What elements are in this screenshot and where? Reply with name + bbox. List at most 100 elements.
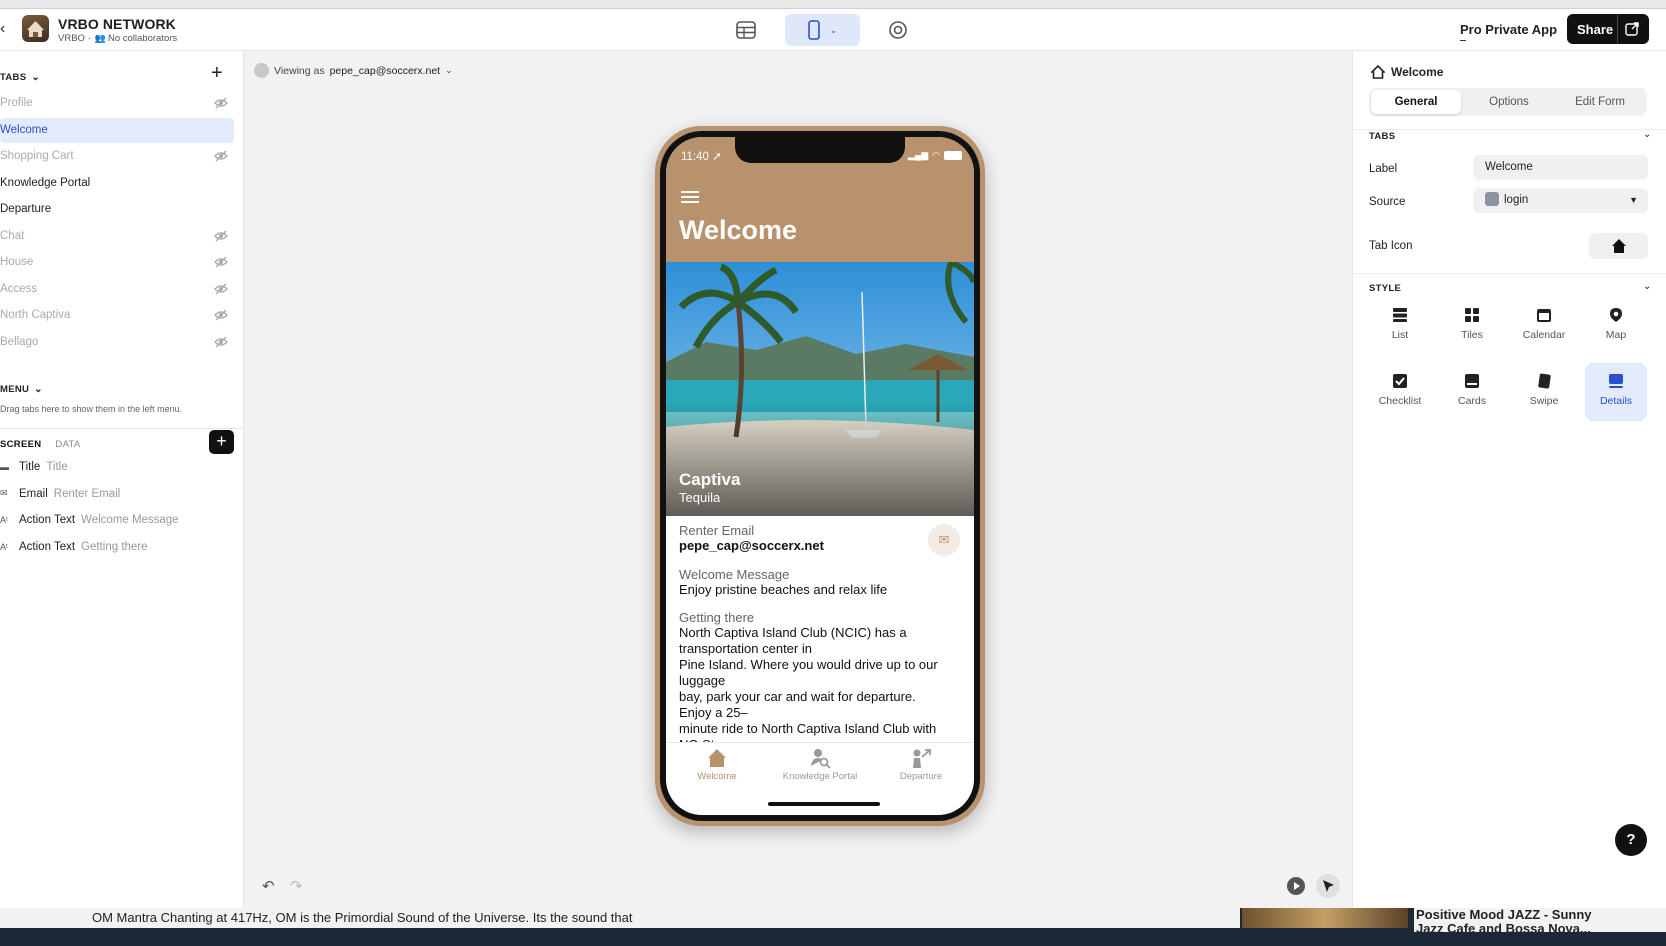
background-left: OM Mantra Chanting at 417Hz, OM is the P… xyxy=(0,908,1240,928)
component-row[interactable]: Aᵗ Action Text Getting there xyxy=(0,541,148,553)
style-cards[interactable]: Cards xyxy=(1441,363,1503,421)
tab-item[interactable]: Access xyxy=(0,277,234,302)
style-checklist[interactable]: Checklist xyxy=(1369,363,1431,421)
tab-item[interactable]: Welcome xyxy=(0,117,234,143)
tiles-icon xyxy=(1465,308,1479,322)
action-text-icon: Aᵗ xyxy=(0,541,8,552)
tab-edit-form[interactable]: Edit Form xyxy=(1555,90,1645,114)
add-component-button[interactable]: + xyxy=(209,430,234,454)
eye-off-icon[interactable] xyxy=(214,230,228,242)
nav-knowledge-portal[interactable]: Knowledge Portal xyxy=(769,747,871,782)
tab-icon-picker[interactable] xyxy=(1589,233,1648,259)
hamburger-menu-icon[interactable] xyxy=(680,189,700,205)
back-chevron-icon[interactable]: ‹ xyxy=(0,21,12,37)
people-icon: 👥 xyxy=(94,33,106,43)
field-value: North Captiva Island Club (NCIC) has a tr… xyxy=(679,625,964,753)
component-name: Action Text xyxy=(19,514,76,526)
label-input[interactable]: Welcome xyxy=(1473,155,1648,180)
wifi-icon: ◠ xyxy=(932,150,940,160)
chevron-down-icon[interactable]: ⌄ xyxy=(1643,129,1651,140)
style-map[interactable]: Map xyxy=(1585,297,1647,355)
status-time-text: 11:40 xyxy=(681,151,709,163)
field-label: Welcome Message xyxy=(679,567,790,582)
style-calendar[interactable]: Calendar xyxy=(1513,297,1575,355)
browser-strip xyxy=(0,0,1666,9)
home-icon xyxy=(1612,239,1626,253)
style-label: Swipe xyxy=(1529,395,1559,407)
source-select[interactable]: login ▼ xyxy=(1473,188,1648,213)
getting-there-field: Getting there North Captiva Island Club … xyxy=(679,610,964,753)
tab-item-label: Shopping Cart xyxy=(0,150,74,162)
help-button[interactable]: ? xyxy=(1615,824,1647,856)
divider xyxy=(0,428,244,429)
tab-item[interactable]: North Captiva xyxy=(0,303,234,328)
background-window: OM Mantra Chanting at 417Hz, OM is the P… xyxy=(0,908,1666,946)
background-title-1: Positive Mood JAZZ - Sunny xyxy=(1416,908,1592,922)
tab-item[interactable]: Bellago xyxy=(0,330,234,355)
settings-view-button[interactable] xyxy=(884,14,912,46)
component-name: Email xyxy=(19,487,48,500)
user-avatar-icon xyxy=(254,63,269,78)
tab-screen[interactable]: SCREEN xyxy=(0,439,41,450)
component-row[interactable]: ✉ Email Renter Email xyxy=(0,488,120,500)
eye-off-icon[interactable] xyxy=(214,309,228,321)
swipe-icon xyxy=(1538,373,1551,389)
style-tiles[interactable]: Tiles xyxy=(1441,297,1503,355)
table-icon xyxy=(736,21,756,39)
background-text: OM Mantra Chanting at 417Hz, OM is the P… xyxy=(92,910,633,925)
tab-item[interactable]: Chat xyxy=(0,224,234,249)
text-line: transportation center in xyxy=(679,641,812,656)
status-time: 11:40 ➚ xyxy=(681,151,722,163)
viewing-as-selector[interactable]: Viewing as pepe_cap@soccerx.net ⌄ xyxy=(254,63,453,78)
style-label: Details xyxy=(1599,395,1633,407)
app-logo xyxy=(22,15,49,42)
email-action-button[interactable]: ✉ xyxy=(928,524,960,556)
undo-icon[interactable]: ↶ xyxy=(262,877,275,895)
table-source-icon xyxy=(1485,192,1499,206)
add-tab-icon[interactable]: + xyxy=(211,63,223,83)
welcome-message-field: Welcome Message Enjoy pristine beaches a… xyxy=(679,567,887,598)
play-icon[interactable] xyxy=(1287,877,1305,895)
eye-off-icon[interactable] xyxy=(214,97,228,109)
style-list[interactable]: List xyxy=(1369,297,1431,355)
tabs-section-header[interactable]: TABS ⌄ xyxy=(0,72,40,83)
style-swipe[interactable]: Swipe xyxy=(1513,363,1575,421)
menu-section-header[interactable]: MENU ⌄ xyxy=(0,384,43,395)
left-panel: TABS ⌄ + Profile Welcome Shopping Cart Know… xyxy=(0,51,244,908)
table-view-button[interactable] xyxy=(732,14,760,46)
chevron-down-icon[interactable]: ⌄ xyxy=(1643,281,1651,292)
eye-off-icon[interactable] xyxy=(214,283,228,295)
tab-item[interactable]: Shopping Cart xyxy=(0,144,234,169)
tab-item[interactable]: House xyxy=(0,250,234,275)
panel-title: Welcome xyxy=(1371,65,1443,79)
eye-off-icon[interactable] xyxy=(214,150,228,162)
nav-departure[interactable]: Departure xyxy=(870,747,972,782)
tab-item[interactable]: Departure xyxy=(0,197,234,222)
app-owner: VRBO xyxy=(58,33,85,44)
person-search-icon xyxy=(811,749,831,769)
eye-off-icon[interactable] xyxy=(214,336,228,348)
tab-item-label: North Captiva xyxy=(0,309,71,321)
tab-data[interactable]: DATA xyxy=(55,439,80,450)
tab-item-label: Departure xyxy=(0,203,52,215)
cursor-mode-button[interactable] xyxy=(1316,874,1340,898)
panel-tabs: General Options Edit Form xyxy=(1369,88,1647,116)
tab-options[interactable]: Options xyxy=(1464,90,1554,114)
share-button[interactable]: Share xyxy=(1567,14,1649,44)
nav-welcome[interactable]: Welcome xyxy=(666,747,768,782)
redo-icon[interactable]: ↷ xyxy=(290,877,303,895)
style-details[interactable]: Details xyxy=(1585,363,1647,421)
field-label: Renter Email xyxy=(679,523,755,538)
tab-item[interactable]: Profile xyxy=(0,91,234,116)
eye-off-icon[interactable] xyxy=(214,256,228,268)
tab-general[interactable]: General xyxy=(1371,90,1461,114)
title-icon: ▬ xyxy=(0,462,9,472)
component-row[interactable]: ▬ Title Title xyxy=(0,461,68,473)
component-row[interactable]: Aᵗ Action Text Welcome Message xyxy=(0,514,179,526)
tab-item-label: Knowledge Portal xyxy=(0,176,91,189)
plan-label[interactable]: Pro Private App xyxy=(1460,22,1557,41)
external-link-icon[interactable] xyxy=(1625,22,1639,36)
tab-item[interactable]: Knowledge Portal xyxy=(0,171,234,196)
mobile-preview-button[interactable]: ⌄ xyxy=(785,14,860,46)
nav-label: Knowledge Portal xyxy=(782,771,858,782)
